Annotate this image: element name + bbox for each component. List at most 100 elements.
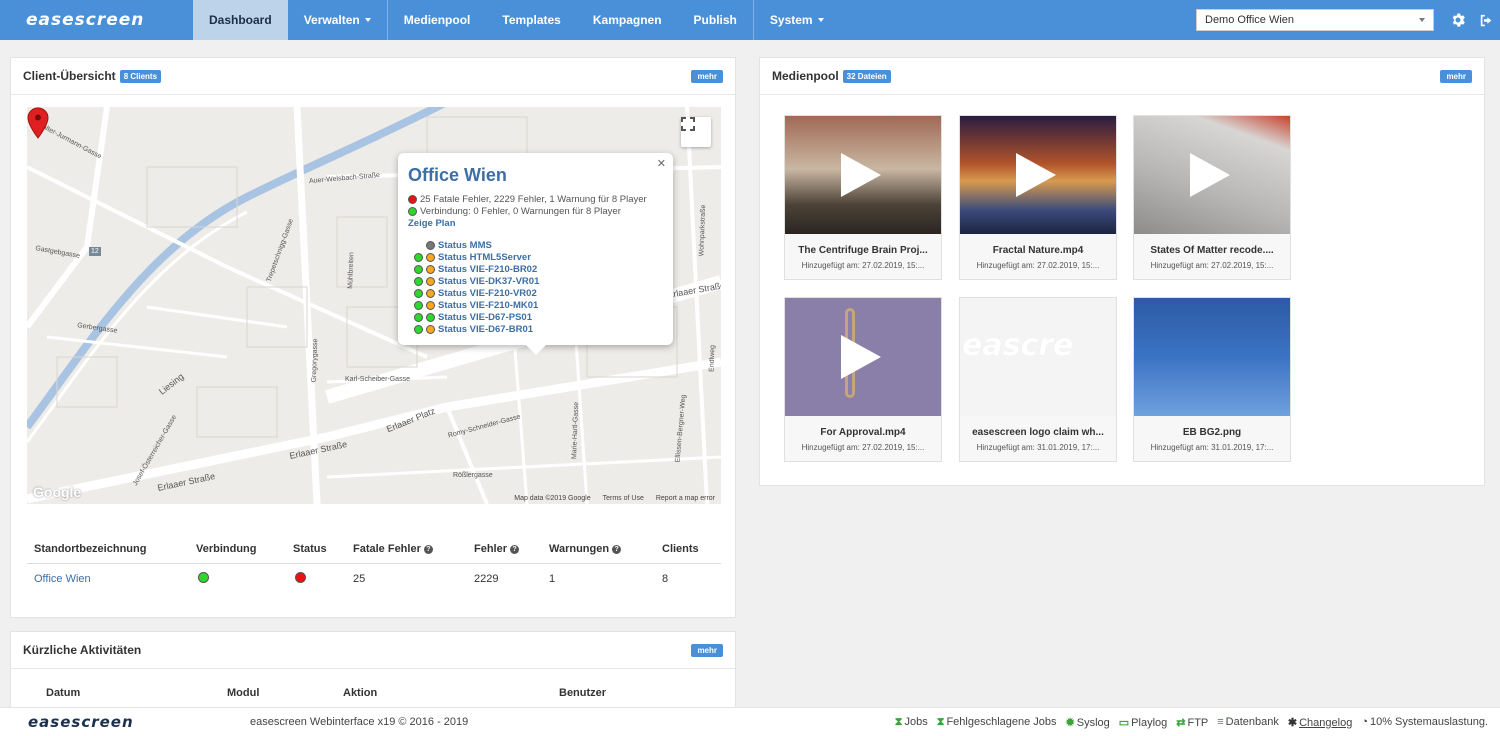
media-name: EB BG2.png xyxy=(1182,427,1242,438)
footer: easescreen easescreen Webinterface x19 ©… xyxy=(0,707,1500,736)
show-plan-link[interactable]: Zeige Plan xyxy=(408,218,663,229)
status-dot-green xyxy=(198,571,209,583)
logo-watermark: eascre xyxy=(962,328,1074,363)
status-row[interactable]: Status HTML5Server xyxy=(408,251,663,263)
media-name: Fractal Nature.mp4 xyxy=(992,245,1084,256)
status-dots xyxy=(408,288,438,298)
more-button[interactable]: mehr xyxy=(691,643,723,657)
table-header-cell[interactable]: Status xyxy=(286,543,346,555)
footer-link-changelog[interactable]: ✱ Changelog xyxy=(1288,716,1352,729)
media-thumbnail xyxy=(1134,116,1290,234)
fatal-errors-cell: 25 xyxy=(353,572,366,585)
gear-icon[interactable] xyxy=(1444,0,1472,40)
table-header-cell[interactable]: Fehler? xyxy=(467,543,542,555)
footer-link-failed-jobs[interactable]: ⧗ Fehlgeschlagene Jobs xyxy=(937,716,1057,729)
footer-link-ftp[interactable]: ⇄ FTP xyxy=(1176,716,1208,729)
nav-publish[interactable]: Publish xyxy=(678,0,753,40)
status-label: Status MMS xyxy=(438,239,492,251)
table-header-cell[interactable]: Verbindung xyxy=(189,543,286,555)
database-icon: ≡ xyxy=(1217,716,1224,728)
status-dot-green xyxy=(408,206,417,216)
logo-text: easescreen xyxy=(26,10,145,30)
client-map[interactable]: Walter-Jurmann-Gasse Auer-Welsbach-Straß… xyxy=(27,107,721,504)
media-pool-panel: Medienpool 32 Dateien mehr The Centrifug… xyxy=(759,57,1485,486)
close-icon[interactable]: ✕ xyxy=(657,157,666,170)
question-icon: ? xyxy=(612,544,622,554)
nav-system[interactable]: System xyxy=(754,0,840,40)
map-street-label: Endlweg xyxy=(708,344,717,373)
status-label: Status VIE-F210-MK01 xyxy=(438,299,539,311)
footer-link-label: Playlog xyxy=(1131,716,1168,729)
nav-kampagnen[interactable]: Kampagnen xyxy=(577,0,678,40)
status-dots xyxy=(408,300,438,310)
status-dot-orange xyxy=(426,288,435,298)
bug-icon: ✱ xyxy=(1287,716,1298,729)
status-row[interactable]: Status VIE-F210-BR02 xyxy=(408,263,663,275)
footer-link-database[interactable]: ≡ Datenbank xyxy=(1217,716,1279,728)
nav-verwalten[interactable]: Verwalten xyxy=(288,0,387,40)
client-overview-panel: Client-Übersicht 8 Clients mehr Walter-J… xyxy=(10,57,736,618)
nav-dashboard-label: Dashboard xyxy=(209,13,272,27)
more-button[interactable]: mehr xyxy=(1440,69,1472,83)
status-dot-green xyxy=(426,312,435,322)
table-header-cell[interactable]: Standortbezeichnung xyxy=(27,543,189,555)
system-load-text: 10% Systemauslastung. xyxy=(1369,716,1488,728)
status-dots xyxy=(408,312,438,322)
popup-connection-summary: Verbindung: 0 Fehler, 0 Warnungen für 8 … xyxy=(408,205,663,217)
table-header-cell[interactable]: Fatale Fehler? xyxy=(346,543,467,555)
media-card[interactable]: Fractal Nature.mp4 Hinzugefügt am: 27.02… xyxy=(959,115,1117,280)
header-label: Fatale Fehler xyxy=(353,543,421,555)
logout-icon[interactable] xyxy=(1472,0,1500,40)
status-row[interactable]: Status VIE-F210-MK01 xyxy=(408,299,663,311)
media-card[interactable]: For Approval.mp4 Hinzugefügt am: 27.02.2… xyxy=(784,297,942,462)
location-select-value: Demo Office Wien xyxy=(1205,14,1295,26)
route-badge: 12 xyxy=(89,247,101,256)
footer-link-syslog[interactable]: ✹ Syslog xyxy=(1066,716,1110,729)
map-terms-link[interactable]: Terms of Use xyxy=(603,495,644,502)
nav-kampagnen-label: Kampagnen xyxy=(592,13,662,27)
media-card[interactable]: eascre easescreen logo claim wh... Hinzu… xyxy=(959,297,1117,462)
popup-error-summary: 25 Fatale Fehler, 2229 Fehler, 1 Warnung… xyxy=(408,193,663,205)
status-row[interactable]: Status MMS xyxy=(408,239,663,251)
clients-table: Standortbezeichnung Verbindung Status Fa… xyxy=(27,535,721,593)
location-link[interactable]: Office Wien xyxy=(27,573,189,585)
media-date: Hinzugefügt am: 31.01.2019, 17:... xyxy=(1150,443,1274,452)
panel-header: Kürzliche Aktivitäten mehr xyxy=(11,632,735,669)
status-dot-green xyxy=(414,312,423,322)
table-header-cell[interactable]: Datum xyxy=(11,687,227,699)
nav-templates-label: Templates xyxy=(502,13,561,27)
footer-link-jobs[interactable]: ⧗ Jobs xyxy=(895,716,928,729)
more-button[interactable]: mehr xyxy=(691,69,723,83)
play-icon xyxy=(1190,153,1230,197)
status-row[interactable]: Status VIE-DK37-VR01 xyxy=(408,275,663,287)
table-header-cell[interactable]: Clients xyxy=(655,543,715,555)
media-card[interactable]: EB BG2.png Hinzugefügt am: 31.01.2019, 1… xyxy=(1133,297,1291,462)
media-name: easescreen logo claim wh... xyxy=(972,427,1104,438)
fullscreen-button[interactable] xyxy=(681,117,711,147)
table-header-cell[interactable]: Modul xyxy=(227,687,343,699)
header-label: Fehler xyxy=(474,543,508,555)
footer-link-playlog[interactable]: ▭ Playlog xyxy=(1119,716,1167,729)
media-card[interactable]: The Centrifuge Brain Proj... Hinzugefügt… xyxy=(784,115,942,280)
status-row[interactable]: Status VIE-D67-PS01 xyxy=(408,311,663,323)
status-dots xyxy=(408,240,438,250)
map-report-link[interactable]: Report a map error xyxy=(656,495,715,502)
media-card[interactable]: States Of Matter recode.... Hinzugefügt … xyxy=(1133,115,1291,280)
status-row[interactable]: Status VIE-F210-VR02 xyxy=(408,287,663,299)
table-header-cell[interactable]: Warnungen? xyxy=(542,543,655,555)
status-list: Status MMS Status HTML5Server Status VIE-F… xyxy=(408,239,663,335)
hourglass-icon: ⧗ xyxy=(894,715,903,728)
status-dot-orange xyxy=(426,276,435,286)
nav-medienpool[interactable]: Medienpool xyxy=(388,0,487,40)
cog-icon: ✹ xyxy=(1065,716,1075,729)
nav-templates[interactable]: Templates xyxy=(486,0,576,40)
table-header-cell[interactable]: Benutzer xyxy=(559,687,709,699)
media-date: Hinzugefügt am: 27.02.2019, 15:... xyxy=(976,261,1100,270)
map-marker-icon[interactable] xyxy=(27,107,49,139)
status-row[interactable]: Status VIE-D67-BR01 xyxy=(408,323,663,335)
table-header-cell[interactable]: Aktion xyxy=(343,687,559,699)
brand-logo[interactable]: easescreen xyxy=(0,0,193,40)
media-thumbnail xyxy=(785,298,941,416)
nav-dashboard[interactable]: Dashboard xyxy=(193,0,288,40)
location-select[interactable]: Demo Office Wien xyxy=(1196,9,1434,31)
